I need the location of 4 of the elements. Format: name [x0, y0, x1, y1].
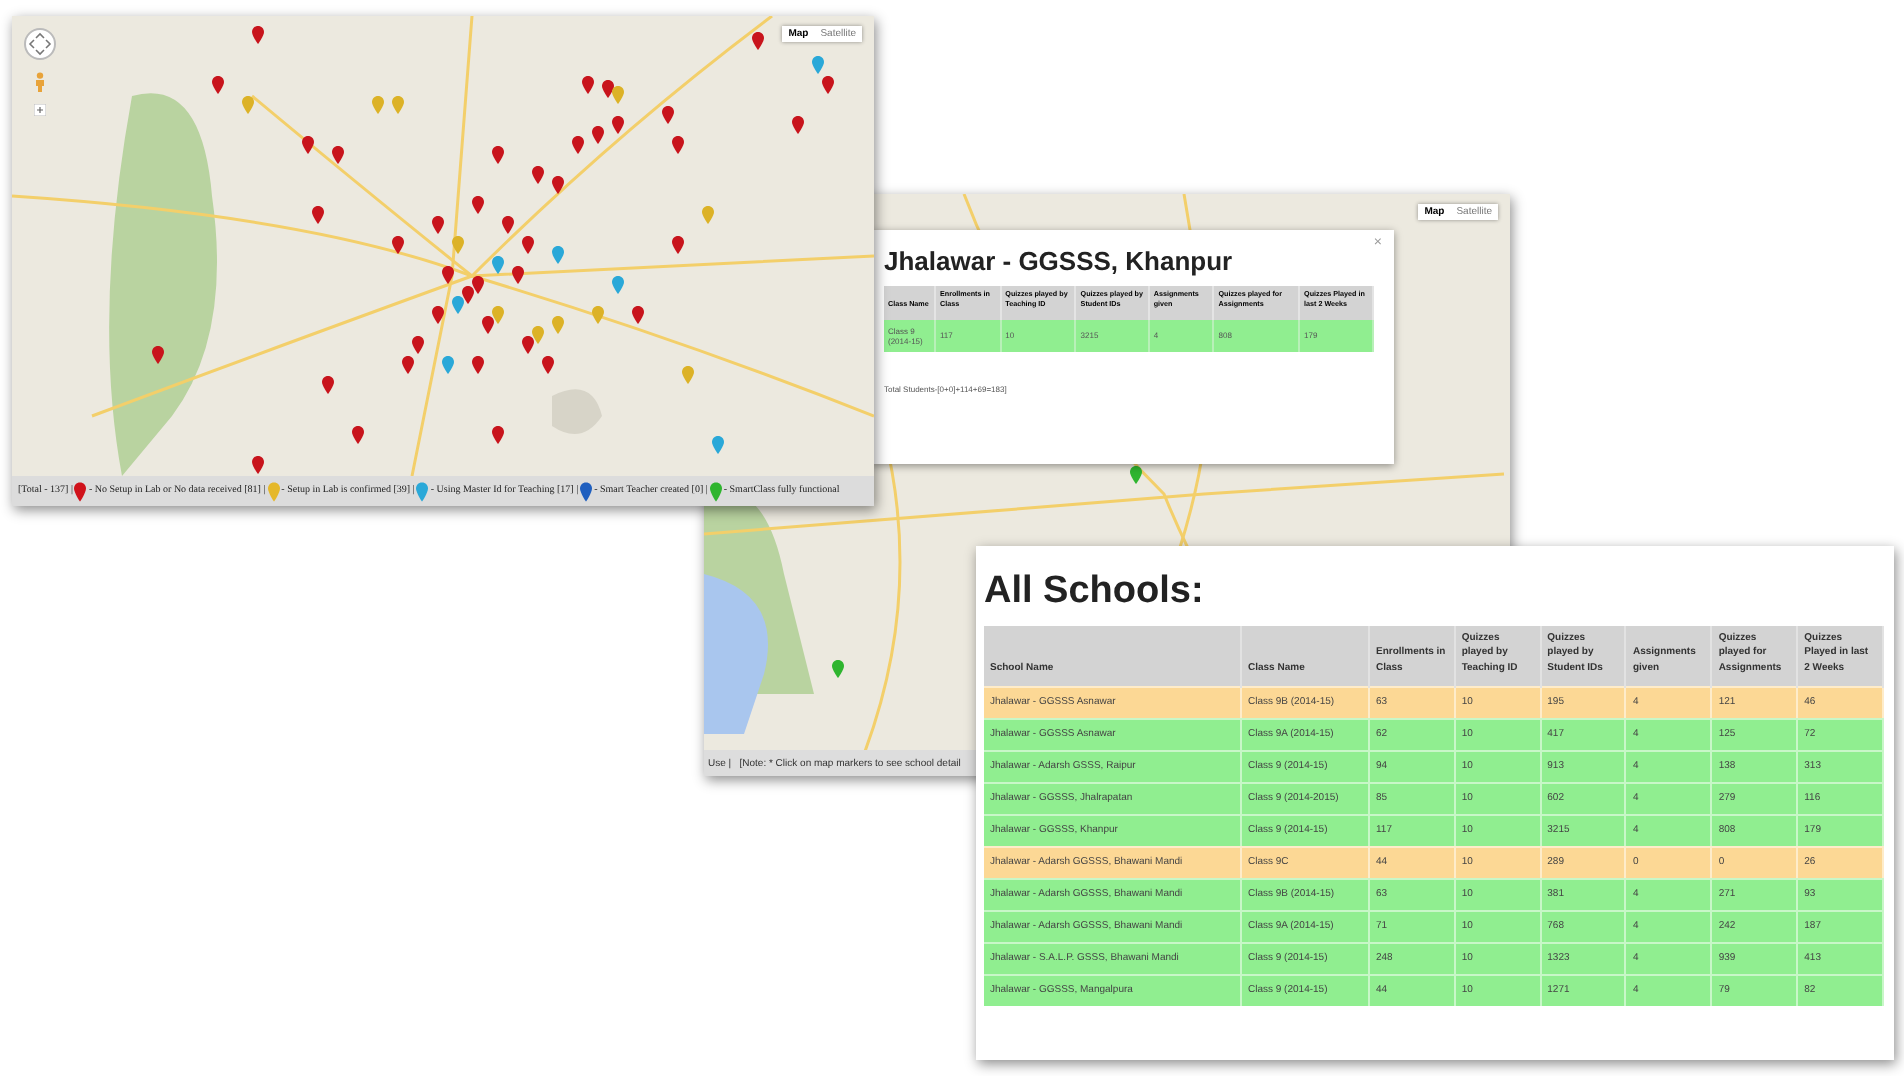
pan-control-icon[interactable]	[24, 28, 56, 60]
zoom-in-icon[interactable]	[34, 104, 46, 116]
popup-title: Jhalawar - GGSSS, Khanpur	[884, 246, 1235, 276]
page-title: All Schools:	[984, 570, 1206, 614]
